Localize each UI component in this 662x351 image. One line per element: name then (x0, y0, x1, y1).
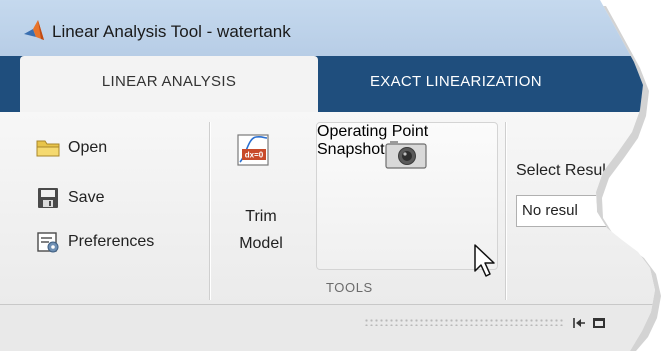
save-icon (36, 187, 60, 209)
trim-model-button[interactable]: dx=0 Trim Model (218, 124, 304, 270)
panel-icon[interactable] (592, 316, 606, 330)
document-strip (0, 304, 662, 351)
screenshot-stage: Linear Analysis Tool - watertank LINEAR … (0, 0, 662, 351)
folder-icon (36, 138, 60, 158)
matlab-logo-icon (24, 20, 44, 42)
tab-linear-analysis[interactable]: LINEAR ANALYSIS (20, 56, 318, 113)
mouse-cursor-icon (473, 243, 499, 279)
window-title: Linear Analysis Tool - watertank (52, 22, 291, 41)
trim-model-icon: dx=0 (236, 132, 272, 168)
group-separator (505, 122, 506, 300)
trim-label-line1: Trim (245, 208, 277, 225)
title-bar: Linear Analysis Tool - watertank (0, 0, 662, 56)
tab-exact-linearization[interactable]: EXACT LINEARIZATION (330, 56, 650, 112)
open-button[interactable]: Open (36, 135, 107, 161)
preferences-icon (36, 231, 60, 253)
group-separator (209, 122, 210, 300)
result-dropdown-value: No resul (522, 202, 578, 219)
snapshot-label-line2: Snapshot (317, 141, 385, 158)
open-label: Open (68, 139, 108, 156)
application-window: Linear Analysis Tool - watertank LINEAR … (0, 0, 662, 351)
preferences-button[interactable]: Preferences (36, 229, 154, 255)
camera-icon (385, 139, 427, 169)
tab-label: EXACT LINEARIZATION (370, 73, 542, 90)
grip-dots[interactable] (364, 318, 564, 326)
operating-point-snapshot-button[interactable]: Operating Point Snapshot (316, 122, 498, 270)
save-label: Save (68, 189, 105, 206)
tools-group-label: TOOLS (326, 280, 373, 295)
snapshot-label-line1: Operating Point (317, 123, 429, 140)
preferences-label: Preferences (68, 233, 155, 250)
trim-label-line2: Model (239, 235, 283, 252)
save-button[interactable]: Save (36, 185, 104, 211)
svg-text:dx=0: dx=0 (245, 151, 264, 160)
select-result-label: Select Resul (516, 162, 606, 179)
tab-label: LINEAR ANALYSIS (101, 73, 237, 90)
collapse-left-icon[interactable] (572, 316, 586, 330)
